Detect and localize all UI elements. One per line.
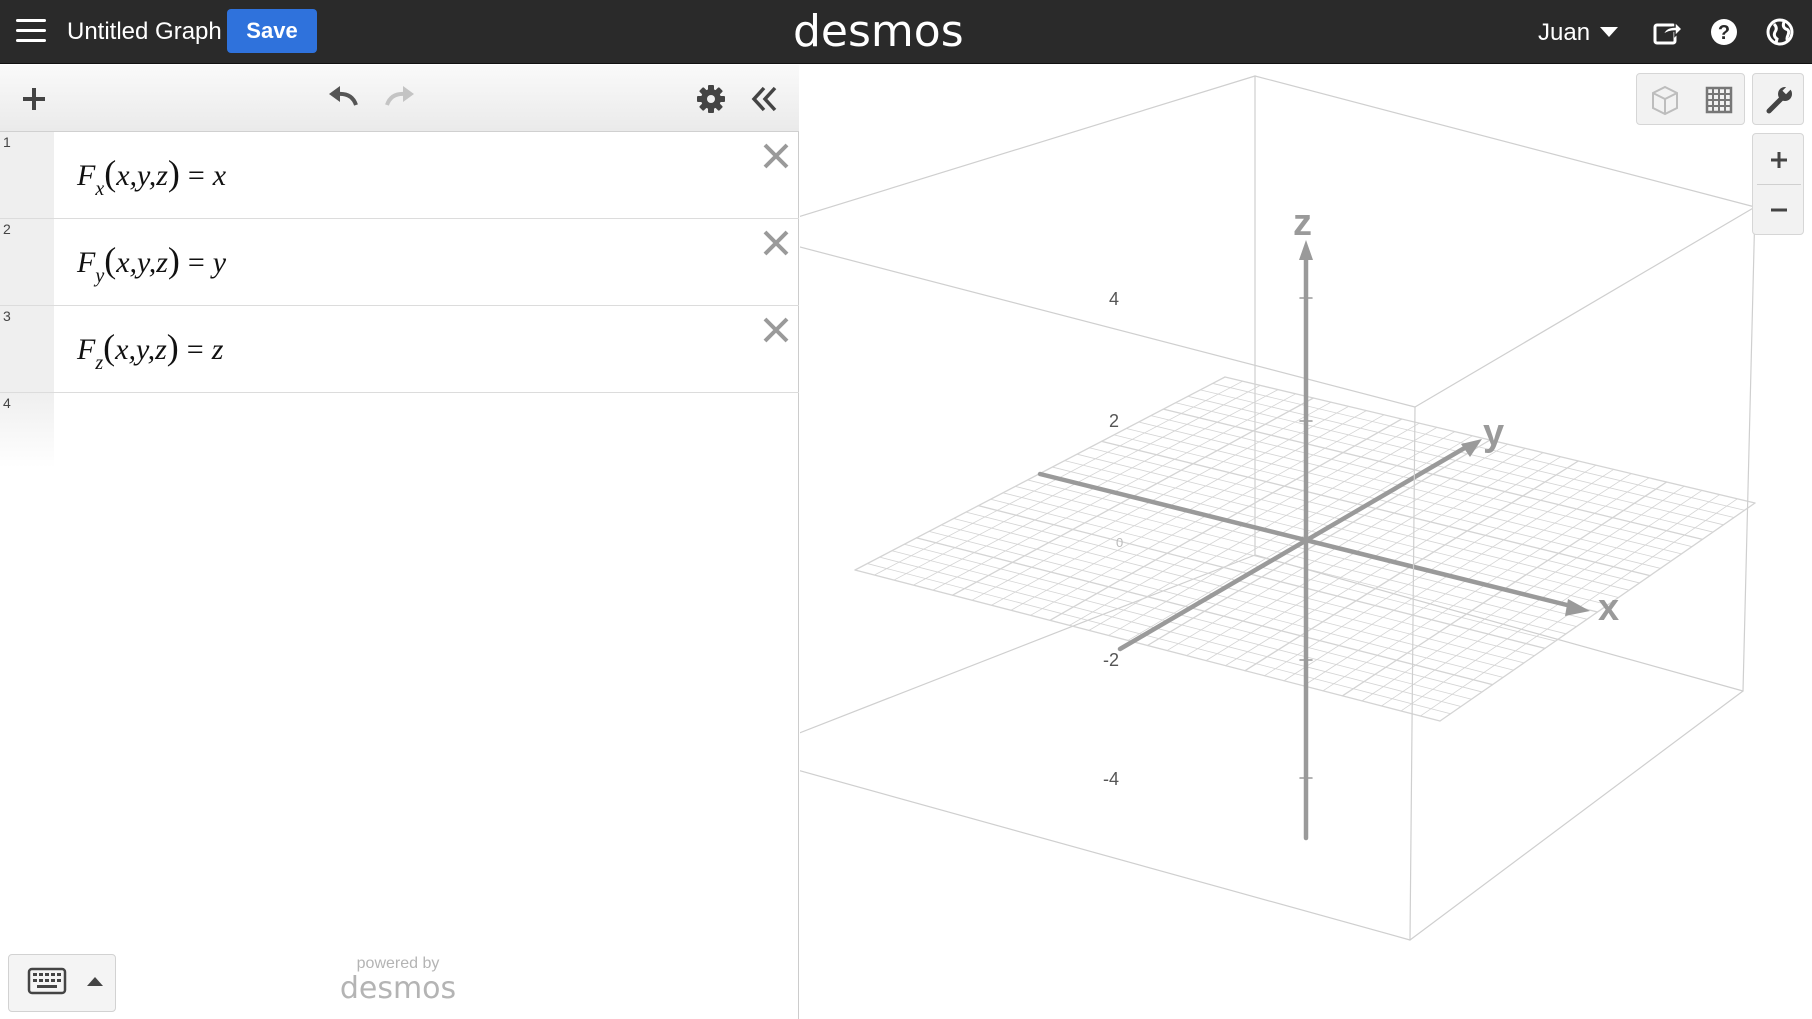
cube-view-icon[interactable] (1649, 84, 1681, 116)
powered-by-brand: desmos (339, 971, 457, 1006)
expression-list: 1 Fx(x,y,z) = x 2 Fy(x,y,z) = y 3 Fz(x,y,z) =… (0, 132, 799, 468)
x-axis-label: x (1598, 587, 1619, 629)
expression-gutter: 4 (0, 393, 54, 468)
powered-by-logo: powered by desmos (338, 955, 458, 1005)
keyboard-toggle-button[interactable] (8, 954, 116, 1012)
expression-index: 4 (3, 395, 11, 411)
z-axis-label: z (1293, 202, 1312, 244)
expression-input[interactable]: Fy(x,y,z) = y (77, 239, 227, 287)
expression-row[interactable]: 3 Fz(x,y,z) = z (0, 306, 799, 393)
function-rhs: z (211, 333, 224, 366)
grid-line (1175, 402, 1714, 533)
grid-line (1212, 383, 1745, 511)
help-icon[interactable]: ? (1708, 16, 1740, 48)
delete-expression-icon[interactable] (760, 227, 792, 259)
expression-index: 1 (3, 134, 11, 150)
function-args: x,y,z (116, 246, 168, 279)
desmos-logo: desmos (793, 6, 964, 57)
y-axis-label: y (1483, 412, 1504, 454)
function-subscript: y (95, 265, 105, 287)
grid-line (1187, 395, 1724, 526)
graph-title[interactable]: Untitled Graph (67, 18, 222, 46)
expression-gutter: 3 (0, 306, 54, 392)
x-axis-arrow (1565, 599, 1590, 616)
chevron-up-icon (87, 977, 103, 986)
bounding-box-back (800, 75, 1756, 734)
z-tick-label: 2 (1109, 411, 1119, 431)
box-edge (1742, 206, 1756, 692)
globe-icon[interactable] (1764, 16, 1796, 48)
expression-row[interactable]: 1 Fx(x,y,z) = x (0, 132, 799, 219)
expression-index: 3 (3, 308, 11, 324)
collapse-panel-icon[interactable] (750, 83, 780, 115)
expression-input[interactable]: Fz(x,y,z) = z (77, 326, 224, 374)
grid-line (1150, 415, 1693, 548)
expression-toolbar (0, 65, 799, 132)
grid-view-icon[interactable] (1703, 84, 1735, 116)
grid-line (1199, 389, 1735, 518)
box-edge (800, 246, 1416, 408)
expression-panel: 1 Fx(x,y,z) = x 2 Fy(x,y,z) = y 3 Fz(x,y,z) =… (0, 65, 799, 1019)
zoom-out-button[interactable] (1763, 194, 1795, 226)
view-mode-toggle (1636, 73, 1745, 125)
redo-button[interactable] (383, 83, 417, 113)
zoom-in-button[interactable] (1763, 144, 1795, 176)
undo-button[interactable] (326, 83, 360, 113)
menu-icon[interactable] (16, 19, 46, 45)
expression-row[interactable]: 2 Fy(x,y,z) = y (0, 219, 799, 306)
delete-expression-icon[interactable] (760, 140, 792, 172)
svg-text:?: ? (1718, 22, 1730, 44)
add-expression-button[interactable] (18, 83, 50, 115)
function-name: F (77, 333, 96, 366)
graph-settings-group (1752, 73, 1804, 125)
expression-input[interactable]: Fx(x,y,z) = x (77, 152, 227, 200)
box-edge (800, 75, 1256, 217)
z-tick-label: -2 (1103, 650, 1119, 670)
grid-line (1138, 421, 1682, 555)
grid-line (1162, 408, 1704, 540)
top-bar: Untitled Graph Save desmos Juan ? (0, 0, 1812, 64)
zoom-controls (1752, 133, 1804, 235)
expression-index: 2 (3, 221, 11, 237)
user-name: Juan (1538, 19, 1591, 46)
origin-label: 0 (1116, 535, 1123, 550)
function-subscript: z (95, 352, 104, 374)
share-icon[interactable] (1651, 16, 1684, 48)
function-args: x,y,z (116, 159, 168, 192)
function-rhs: x (212, 159, 227, 192)
function-name: F (77, 246, 96, 279)
keyboard-icon (27, 967, 67, 995)
z-tick-label: 4 (1109, 289, 1119, 309)
function-rhs: y (212, 246, 227, 279)
box-edge (1409, 690, 1744, 941)
function-subscript: x (95, 178, 105, 200)
function-name: F (77, 159, 96, 192)
expression-gutter: 2 (0, 219, 54, 305)
z-tick-label: -4 (1103, 769, 1119, 789)
delete-expression-icon[interactable] (760, 314, 792, 346)
graph-3d-plot[interactable]: x y z 4 2 -2 -4 0 (800, 65, 1812, 1019)
save-button[interactable]: Save (227, 9, 317, 53)
user-menu[interactable]: Juan (1538, 19, 1619, 47)
box-edge (1414, 206, 1756, 408)
expression-gutter: 1 (0, 132, 54, 218)
y-axis-arrow (1461, 439, 1482, 457)
wrench-icon[interactable] (1763, 84, 1795, 116)
chevron-down-icon (1600, 26, 1619, 37)
settings-gear-icon[interactable] (695, 83, 727, 115)
new-expression-row[interactable]: 4 (0, 393, 799, 468)
function-args: x,y,z (115, 333, 167, 366)
graph-canvas[interactable]: x y z 4 2 -2 -4 0 (800, 65, 1812, 1019)
